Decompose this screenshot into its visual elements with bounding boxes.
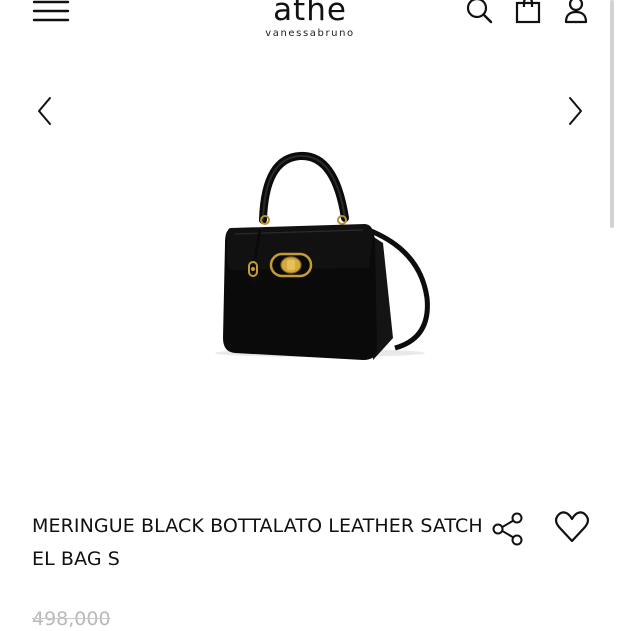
scrollbar-thumb[interactable] (610, 0, 614, 228)
hamburger-menu-icon (32, 0, 70, 22)
product-price: 498,000 (32, 608, 111, 630)
chevron-right-icon (569, 97, 582, 125)
next-image-button[interactable] (560, 92, 590, 130)
chevron-left-icon (38, 97, 51, 125)
search-button[interactable] (465, 0, 495, 26)
menu-button[interactable] (32, 0, 70, 26)
brand-logo[interactable]: athe vanessabruno (250, 0, 370, 44)
share-icon (492, 512, 523, 546)
user-icon (564, 0, 588, 24)
heart-icon (554, 511, 590, 543)
wishlist-button[interactable] (553, 510, 591, 546)
product-title: MERINGUE BLACK BOTTALATO LEATHER SATCHEL… (32, 515, 483, 570)
search-icon (466, 0, 493, 24)
share-button[interactable] (490, 512, 526, 546)
shopping-bag-icon (515, 0, 541, 24)
shopping-bag-button[interactable] (514, 0, 542, 26)
logo-wordmark: athe (273, 0, 347, 28)
satchel-bag-image (215, 151, 430, 360)
account-button[interactable] (562, 0, 590, 26)
product-image[interactable] (205, 148, 440, 373)
logo-subtitle: vanessabruno (265, 28, 355, 39)
previous-image-button[interactable] (30, 92, 60, 130)
